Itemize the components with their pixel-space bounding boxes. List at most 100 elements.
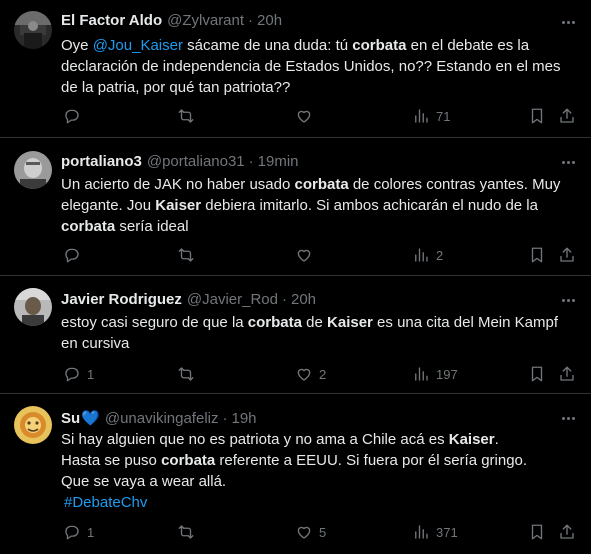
share-icon xyxy=(560,366,574,381)
views-icon xyxy=(415,248,428,262)
share-button[interactable] xyxy=(558,245,576,265)
like-button[interactable] xyxy=(295,245,319,265)
heart-icon xyxy=(297,249,311,262)
views-button[interactable]: 371 xyxy=(412,522,458,542)
bookmark-icon xyxy=(531,524,543,540)
author-name[interactable]: portaliano3 xyxy=(61,153,142,170)
separator-dot: · xyxy=(222,410,228,427)
share-icon xyxy=(560,524,574,539)
like-count: 2 xyxy=(319,366,327,382)
author-handle[interactable]: @Zylvarant xyxy=(167,12,244,29)
timestamp[interactable]: 20h xyxy=(291,291,316,308)
reply-button[interactable] xyxy=(63,106,87,126)
reply-button[interactable]: 1 xyxy=(63,522,94,542)
tweet[interactable]: portaliano3 @portaliano31 · 19min Un aci… xyxy=(0,138,591,276)
reply-icon xyxy=(65,367,79,382)
tweet-text-line: Un acierto de JAK no haber usado corbata… xyxy=(61,176,561,193)
tweet-text-line: Hasta se puso corbata referente a EEUU. … xyxy=(61,452,528,469)
bookmark-icon xyxy=(531,247,543,263)
avatar[interactable] xyxy=(14,288,52,326)
like-button[interactable] xyxy=(295,106,319,126)
bookmark-icon xyxy=(531,108,543,124)
tweet-text: Oye @Jou_Kaiser sácame de una duda: tú c… xyxy=(61,35,577,98)
more-icon[interactable] xyxy=(559,13,577,31)
tweet-text-line: Si hay alguien que no es patriota y no a… xyxy=(61,431,499,448)
tweet-actions: 71 xyxy=(61,106,581,126)
share-button[interactable] xyxy=(558,106,576,126)
views-button[interactable]: 197 xyxy=(412,364,458,384)
tweet-text: Un acierto de JAK no haber usado corbata… xyxy=(61,174,577,237)
tweet-text-line: estoy casi seguro de que la corbata de K… xyxy=(61,314,558,331)
tweet-text-line: Que se vaya a wear allá. xyxy=(61,473,227,490)
hashtag-link[interactable]: #DebateChv xyxy=(64,494,147,511)
like-button[interactable]: 2 xyxy=(295,364,326,384)
share-button[interactable] xyxy=(558,522,576,542)
more-icon[interactable] xyxy=(559,291,577,309)
tweet[interactable]: El Factor Aldo @Zylvarant · 20h Oye @Jou… xyxy=(0,0,591,138)
retweet-button[interactable] xyxy=(177,106,201,126)
share-icon xyxy=(560,108,574,123)
tweet-text-line: declaración de independencia de Estados … xyxy=(61,58,561,75)
views-icon xyxy=(415,109,428,123)
mention-link[interactable]: @Jou_Kaiser xyxy=(93,37,183,54)
views-button[interactable]: 2 xyxy=(412,245,443,265)
bookmark-button[interactable] xyxy=(528,245,546,265)
reply-count: 1 xyxy=(87,366,95,382)
avatar[interactable] xyxy=(14,11,52,49)
retweet-button[interactable] xyxy=(177,522,201,542)
tweet-actions: 2 xyxy=(61,245,581,265)
retweet-icon xyxy=(178,525,194,539)
heart-icon xyxy=(297,110,311,123)
author-name[interactable]: El Factor Aldo xyxy=(61,12,162,29)
retweet-icon xyxy=(178,248,194,262)
tweet-text-line: Oye @Jou_Kaiser sácame de una duda: tú c… xyxy=(61,37,530,54)
author-name[interactable]: Su💙 xyxy=(61,409,100,427)
tweet[interactable]: Su💙 @unavikingafeliz · 19h Si hay alguie… xyxy=(0,394,591,554)
retweet-button[interactable] xyxy=(177,245,201,265)
tweet-text: estoy casi seguro de que la corbata de K… xyxy=(61,312,577,354)
views-count: 2 xyxy=(436,247,444,263)
reply-button[interactable] xyxy=(63,245,87,265)
share-icon xyxy=(560,247,574,262)
reply-count: 1 xyxy=(87,524,95,540)
tweet-text-line: en cursiva xyxy=(61,335,130,352)
author-handle[interactable]: @portaliano31 xyxy=(147,153,245,170)
bookmark-button[interactable] xyxy=(528,522,546,542)
more-icon[interactable] xyxy=(559,153,577,171)
tweet-text-line: de la patria, por qué tan patriota?? xyxy=(61,79,291,96)
timestamp[interactable]: 20h xyxy=(257,12,282,29)
tweet-text-line: elegante. Jou Kaiser debiera imitarlo. S… xyxy=(61,197,538,214)
separator-dot: · xyxy=(281,291,287,308)
heart-icon xyxy=(297,368,311,381)
avatar[interactable] xyxy=(14,406,52,444)
share-button[interactable] xyxy=(558,364,576,384)
retweet-button[interactable] xyxy=(177,364,201,384)
more-icon[interactable] xyxy=(559,409,577,427)
tweet[interactable]: Javier Rodriguez @Javier_Rod · 20h estoy… xyxy=(0,276,591,394)
tweet-text-line: corbata sería ideal xyxy=(61,218,189,235)
bookmark-button[interactable] xyxy=(528,106,546,126)
author-name[interactable]: Javier Rodriguez xyxy=(61,291,182,308)
views-icon xyxy=(415,367,428,381)
timestamp[interactable]: 19h xyxy=(231,410,256,427)
timestamp[interactable]: 19min xyxy=(258,153,299,170)
reply-icon xyxy=(65,109,79,124)
separator-dot: · xyxy=(248,12,254,29)
tweet-actions: 1 5 371 xyxy=(61,522,581,542)
reply-icon xyxy=(65,525,79,540)
avatar[interactable] xyxy=(14,151,52,189)
like-count: 5 xyxy=(319,524,327,540)
bookmark-button[interactable] xyxy=(528,364,546,384)
views-count: 197 xyxy=(436,366,458,382)
like-button[interactable]: 5 xyxy=(295,522,326,542)
views-button[interactable]: 71 xyxy=(412,106,450,126)
views-icon xyxy=(415,525,428,539)
reply-button[interactable]: 1 xyxy=(63,364,94,384)
bookmark-icon xyxy=(531,366,543,382)
author-handle[interactable]: @Javier_Rod xyxy=(187,291,278,308)
author-handle[interactable]: @unavikingafeliz xyxy=(105,410,219,427)
views-count: 71 xyxy=(436,108,451,124)
tweet-actions: 1 2 197 xyxy=(61,364,581,384)
retweet-icon xyxy=(178,367,194,381)
views-count: 371 xyxy=(436,524,458,540)
